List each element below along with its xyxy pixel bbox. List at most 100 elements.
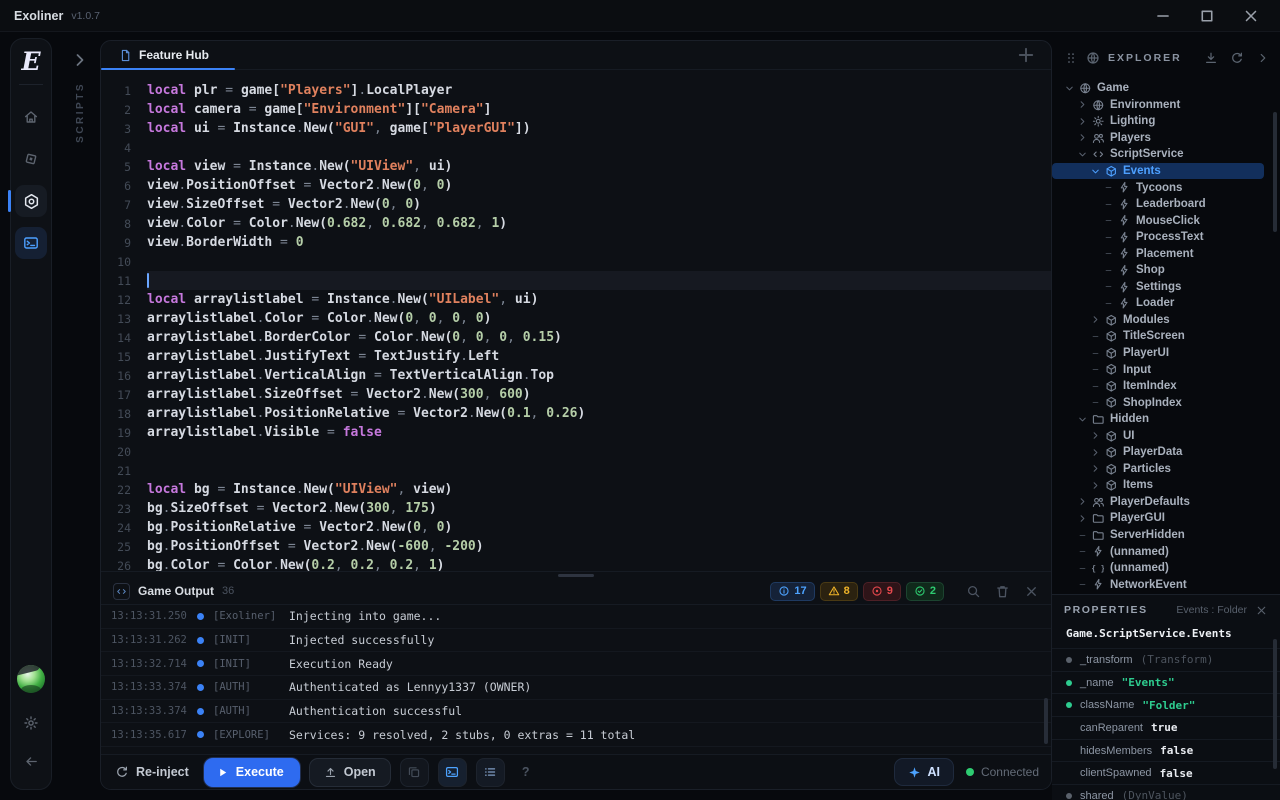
code-text[interactable]: arraylistlabel.JustifyText = TextJustify… bbox=[147, 347, 1051, 366]
code-text[interactable]: view.SizeOffset = Vector2.New(0, 0) bbox=[147, 195, 1051, 214]
property-value[interactable]: "Folder" bbox=[1142, 699, 1195, 712]
code-text[interactable]: arraylistlabel.VerticalAlign = TextVerti… bbox=[147, 366, 1051, 385]
code-line[interactable]: 22local bg = Instance.New("UIView", view… bbox=[101, 480, 1051, 499]
tree-item-titlescreen[interactable]: TitleScreen bbox=[1052, 328, 1264, 345]
tree-item-ui[interactable]: UI bbox=[1052, 427, 1264, 444]
code-text[interactable]: bg.PositionRelative = Vector2.New(0, 0) bbox=[147, 518, 1051, 537]
new-tab-button[interactable] bbox=[1015, 44, 1037, 66]
tree-item-mouseclick[interactable]: MouseClick bbox=[1052, 212, 1264, 229]
leaf-dash-icon[interactable] bbox=[1101, 265, 1116, 276]
code-line[interactable]: 26bg.Color = Color.New(0.2, 0.2, 0.2, 1) bbox=[101, 556, 1051, 571]
tree-item-items[interactable]: Items bbox=[1052, 477, 1264, 494]
log-row[interactable]: 13:13:31.262[INIT]Injected successfully bbox=[101, 629, 1051, 653]
code-text[interactable]: bg.SizeOffset = Vector2.New(300, 175) bbox=[147, 499, 1051, 518]
property-row-canReparent[interactable]: canReparenttrue bbox=[1052, 716, 1280, 739]
property-value[interactable]: (DynValue) bbox=[1122, 789, 1188, 800]
code-line[interactable]: 6view.PositionOffset = Vector2.New(0, 0) bbox=[101, 176, 1051, 195]
executor-button[interactable] bbox=[15, 185, 47, 217]
tree-item-events[interactable]: Events bbox=[1052, 163, 1264, 180]
code-text[interactable]: local view = Instance.New("UIView", ui) bbox=[147, 157, 1051, 176]
code-text[interactable]: view.PositionOffset = Vector2.New(0, 0) bbox=[147, 176, 1051, 195]
tree-item-shop[interactable]: Shop bbox=[1052, 262, 1264, 279]
code-text[interactable]: bg.PositionOffset = Vector2.New(-600, -2… bbox=[147, 537, 1051, 556]
refresh-icon[interactable] bbox=[1230, 51, 1244, 65]
scrollbar-thumb[interactable] bbox=[1044, 698, 1048, 744]
code-text[interactable]: bg.Color = Color.New(0.2, 0.2, 0.2, 1) bbox=[147, 556, 1051, 571]
code-line[interactable]: 16arraylistlabel.VerticalAlign = TextVer… bbox=[101, 366, 1051, 385]
property-value[interactable]: false bbox=[1160, 744, 1193, 757]
maximize-icon[interactable] bbox=[1198, 7, 1216, 25]
property-row-hidesMembers[interactable]: hidesMembersfalse bbox=[1052, 739, 1280, 762]
tree-item-networkevent[interactable]: NetworkEvent bbox=[1052, 576, 1264, 593]
leaf-dash-icon[interactable] bbox=[1101, 199, 1116, 210]
code-text[interactable]: arraylistlabel.PositionRelative = Vector… bbox=[147, 404, 1051, 423]
code-line[interactable]: 8view.Color = Color.New(0.682, 0.682, 0.… bbox=[101, 214, 1051, 233]
code-text[interactable]: local plr = game["Players"].LocalPlayer bbox=[147, 81, 1051, 100]
chevron-down-icon[interactable] bbox=[1075, 414, 1090, 425]
code-text[interactable] bbox=[147, 252, 1051, 271]
tree-item-playerdefaults[interactable]: PlayerDefaults bbox=[1052, 494, 1264, 511]
badge-warn[interactable]: 8 bbox=[820, 582, 858, 601]
code-text[interactable]: arraylistlabel.Visible = false bbox=[147, 423, 1051, 442]
tree-item-serverhidden[interactable]: ServerHidden bbox=[1052, 527, 1264, 544]
leaf-dash-icon[interactable] bbox=[1088, 331, 1103, 342]
help-button[interactable]: ? bbox=[514, 760, 538, 784]
code-line[interactable]: 4 bbox=[101, 138, 1051, 157]
code-line[interactable]: 3local ui = Instance.New("GUI", game["Pl… bbox=[101, 119, 1051, 138]
leaf-dash-icon[interactable] bbox=[1101, 281, 1116, 292]
code-text[interactable]: local camera = game["Environment"]["Came… bbox=[147, 100, 1051, 119]
download-icon[interactable] bbox=[1204, 51, 1218, 65]
chevron-right-icon[interactable] bbox=[1075, 99, 1090, 110]
code-line[interactable]: 23bg.SizeOffset = Vector2.New(300, 175) bbox=[101, 499, 1051, 518]
expand-panel-button[interactable] bbox=[70, 50, 90, 70]
code-line[interactable]: 24bg.PositionRelative = Vector2.New(0, 0… bbox=[101, 518, 1051, 537]
collapse-panel-icon[interactable] bbox=[1256, 51, 1270, 65]
back-button[interactable] bbox=[15, 745, 47, 777]
tree-item-hidden[interactable]: Hidden bbox=[1052, 411, 1264, 428]
close-output-icon[interactable] bbox=[1024, 584, 1039, 599]
tree-item-modules[interactable]: Modules bbox=[1052, 312, 1264, 329]
leaf-dash-icon[interactable] bbox=[1101, 298, 1116, 309]
code-line[interactable]: 15arraylistlabel.JustifyText = TextJusti… bbox=[101, 347, 1051, 366]
chevron-right-icon[interactable] bbox=[1075, 496, 1090, 507]
chevron-right-icon[interactable] bbox=[1088, 480, 1103, 491]
ai-button[interactable]: AI bbox=[894, 758, 954, 786]
code-line[interactable]: 19arraylistlabel.Visible = false bbox=[101, 423, 1051, 442]
chevron-right-icon[interactable] bbox=[1088, 447, 1103, 458]
output-scrollbar[interactable] bbox=[1043, 610, 1049, 750]
tree-item-game[interactable]: Game bbox=[1052, 80, 1264, 97]
tree-item-loader[interactable]: Loader bbox=[1052, 295, 1264, 312]
property-value[interactable]: (Transform) bbox=[1141, 653, 1214, 666]
drag-handle-icon[interactable] bbox=[1064, 51, 1078, 65]
tree-item-itemindex[interactable]: ItemIndex bbox=[1052, 378, 1264, 395]
leaf-dash-icon[interactable] bbox=[1088, 348, 1103, 359]
tree-scrollbar-thumb[interactable] bbox=[1273, 112, 1277, 232]
code-text[interactable]: arraylistlabel.Color = Color.New(0, 0, 0… bbox=[147, 309, 1051, 328]
leaf-dash-icon[interactable] bbox=[1101, 248, 1116, 259]
chevron-right-icon[interactable] bbox=[1088, 463, 1103, 474]
property-row-className[interactable]: className"Folder" bbox=[1052, 693, 1280, 716]
property-row-transform[interactable]: _transform(Transform) bbox=[1052, 648, 1280, 671]
code-line[interactable]: 12local arraylistlabel = Instance.New("U… bbox=[101, 290, 1051, 309]
code-text[interactable] bbox=[147, 138, 1051, 157]
property-row-clientSpawned[interactable]: clientSpawnedfalse bbox=[1052, 761, 1280, 784]
tree-item-playerdata[interactable]: PlayerData bbox=[1052, 444, 1264, 461]
tree-item-processtext[interactable]: ProcessText bbox=[1052, 229, 1264, 246]
tree-item-input[interactable]: Input bbox=[1052, 361, 1264, 378]
leaf-dash-icon[interactable] bbox=[1088, 397, 1103, 408]
game-button[interactable] bbox=[15, 143, 47, 175]
chevron-down-icon[interactable] bbox=[1088, 166, 1103, 177]
trash-icon[interactable] bbox=[995, 584, 1010, 599]
code-editor[interactable]: 1local plr = game["Players"].LocalPlayer… bbox=[101, 70, 1051, 571]
close-icon[interactable] bbox=[1242, 7, 1260, 25]
console-button[interactable] bbox=[15, 227, 47, 259]
code-text[interactable]: view.BorderWidth = 0 bbox=[147, 233, 1051, 252]
log-row[interactable]: 13:13:33.374[AUTH]Authentication success… bbox=[101, 700, 1051, 724]
code-text[interactable] bbox=[147, 271, 1051, 290]
code-line[interactable]: 11 bbox=[101, 271, 1051, 290]
code-line[interactable]: 20 bbox=[101, 442, 1051, 461]
property-value[interactable]: true bbox=[1151, 721, 1178, 734]
code-line[interactable]: 9view.BorderWidth = 0 bbox=[101, 233, 1051, 252]
code-line[interactable]: 18arraylistlabel.PositionRelative = Vect… bbox=[101, 404, 1051, 423]
minimize-icon[interactable] bbox=[1154, 7, 1172, 25]
